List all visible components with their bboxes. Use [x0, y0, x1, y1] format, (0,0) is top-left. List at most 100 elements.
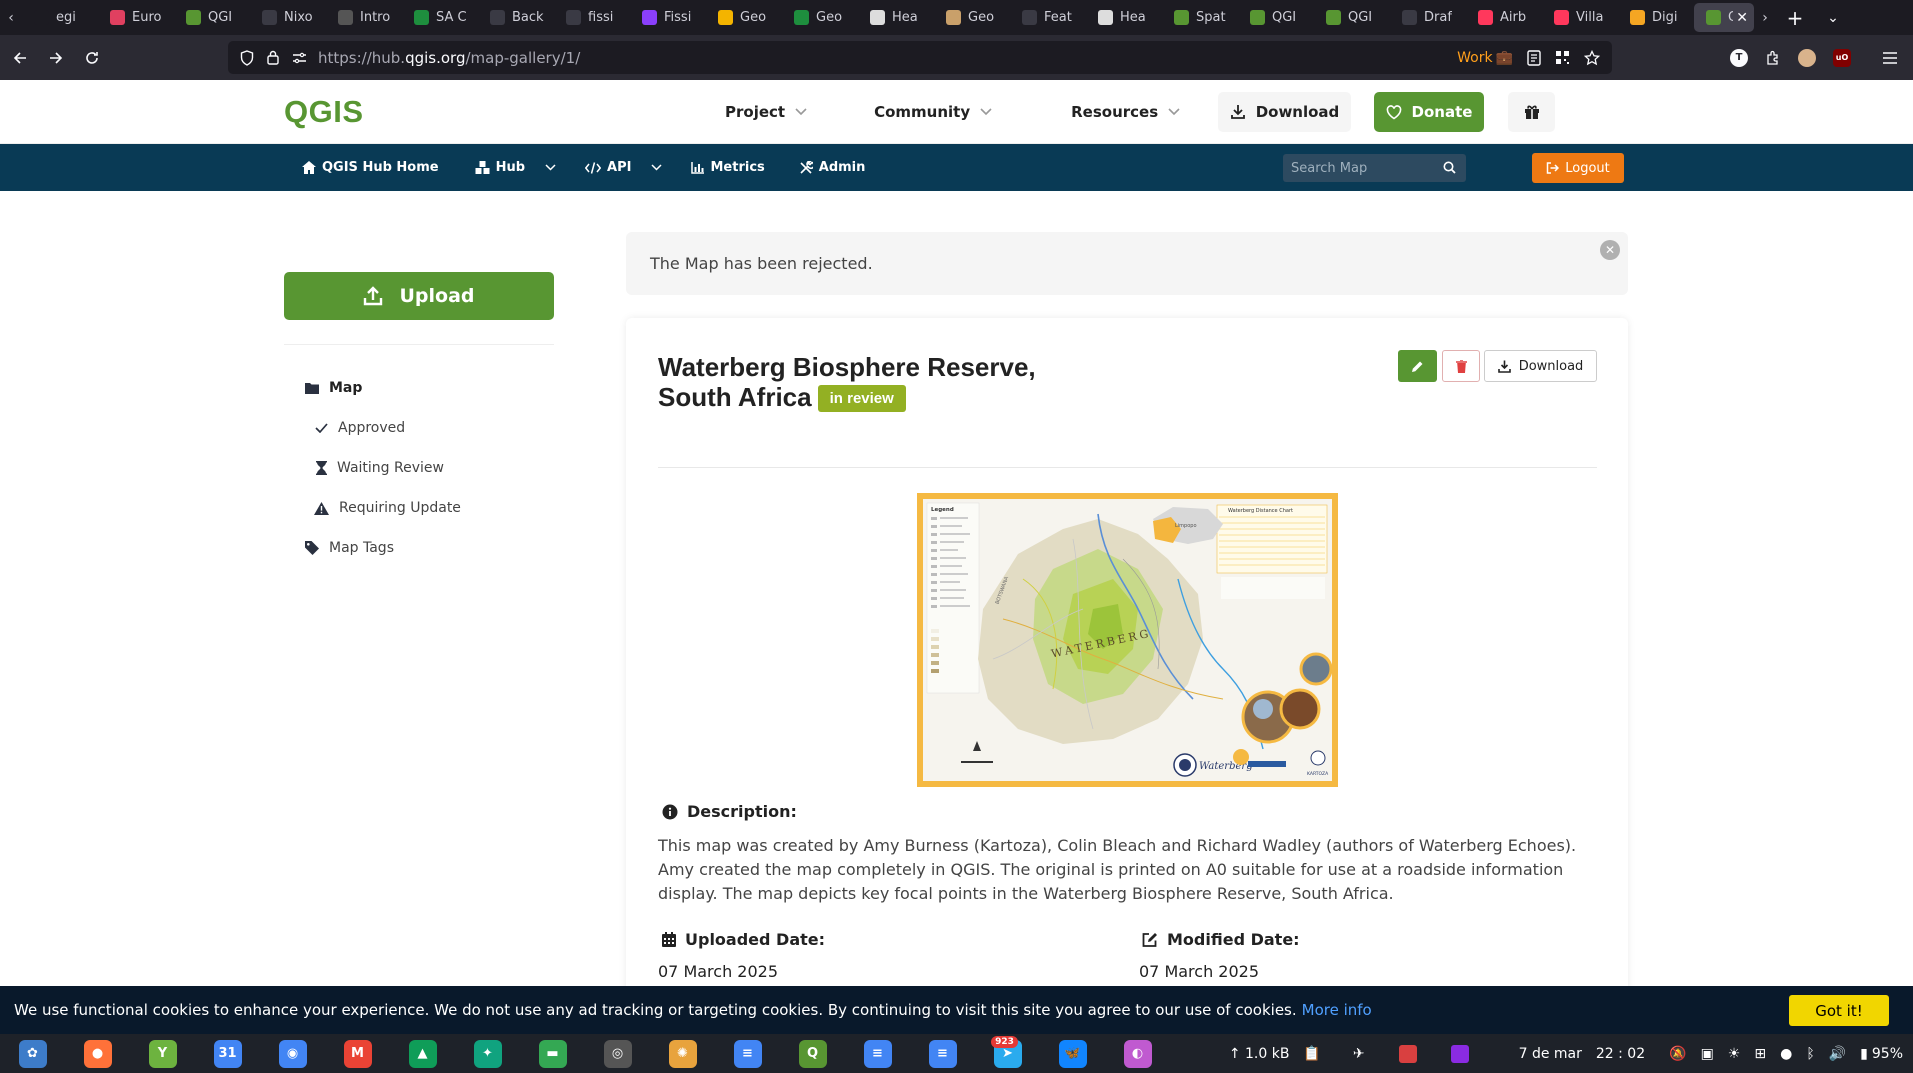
extension-avatar-icon[interactable]	[1798, 48, 1816, 67]
browser-tab[interactable]: Intro	[326, 0, 402, 35]
map-download-button[interactable]: Download	[1484, 350, 1597, 382]
browser-tab[interactable]: QGI	[1238, 0, 1314, 35]
qgis-logo[interactable]: QGIS	[284, 94, 364, 130]
browser-tab[interactable]: Geo	[706, 0, 782, 35]
ublock-icon[interactable]: uO	[1833, 48, 1851, 67]
browser-tab[interactable]: Back	[478, 0, 554, 35]
clipboard-icon[interactable]: 📋	[1303, 1046, 1320, 1062]
map-image[interactable]: WATERBERG BOTSWANA Limpopo Legend Waterb…	[917, 493, 1338, 787]
sidebar-item-approved[interactable]: Approved	[315, 420, 405, 436]
api-menu[interactable]: API	[585, 160, 663, 175]
shield-icon[interactable]	[234, 41, 260, 74]
browser-tab[interactable]: Villa	[1542, 0, 1618, 35]
browser-tab[interactable]: Airb	[1466, 0, 1542, 35]
browser-tab[interactable]: fissi	[554, 0, 630, 35]
network-icon[interactable]: ⊞	[1754, 1046, 1766, 1062]
nav-community[interactable]: Community	[874, 103, 992, 121]
taskbar-app[interactable]: ◉	[260, 1034, 325, 1073]
battery-icon[interactable]: ▮	[1860, 1046, 1868, 1062]
reload-icon[interactable]	[74, 40, 110, 76]
reader-view-icon[interactable]	[1527, 49, 1541, 66]
browser-tab[interactable]: Euro	[98, 0, 174, 35]
container-badge[interactable]: Work 💼	[1457, 50, 1513, 66]
menu-icon[interactable]	[1882, 51, 1898, 65]
tray-app2-icon[interactable]	[1398, 1044, 1417, 1063]
upload-button[interactable]: Upload	[284, 272, 554, 320]
browser-tab[interactable]: Feat	[1010, 0, 1086, 35]
bookmark-star-icon[interactable]	[1584, 49, 1600, 66]
taskbar-app[interactable]: ➤ 923	[975, 1034, 1040, 1073]
hub-home-link[interactable]: QGIS Hub Home	[302, 160, 439, 175]
search-icon[interactable]	[1443, 161, 1456, 174]
taskbar-app[interactable]: M	[325, 1034, 390, 1073]
admin-link[interactable]: Admin	[799, 160, 865, 175]
new-tab-icon[interactable]: +	[1776, 0, 1814, 35]
taskbar-app[interactable]: ✦	[455, 1034, 520, 1073]
browser-tab[interactable]: Fissi	[630, 0, 706, 35]
nav-resources[interactable]: Resources	[1071, 103, 1180, 121]
permissions-icon[interactable]	[286, 41, 312, 74]
taskbar-app[interactable]: ◎	[585, 1034, 650, 1073]
taskbar-app[interactable]: ▲	[390, 1034, 455, 1073]
sidebar-item-map[interactable]: Map	[305, 380, 362, 396]
browser-tab[interactable]: SA C	[402, 0, 478, 35]
browser-tab[interactable]: QG✕	[1694, 3, 1754, 32]
tabs-scroll-right-icon[interactable]: ›	[1754, 0, 1776, 35]
browser-tab[interactable]: Geo	[782, 0, 858, 35]
browser-tab[interactable]: QGI	[174, 0, 250, 35]
bluetooth-icon[interactable]: ᛒ	[1806, 1046, 1814, 1062]
hub-menu[interactable]: Hub	[475, 160, 556, 175]
header-download-button[interactable]: Download	[1218, 92, 1351, 132]
taskbar-app[interactable]: ●	[65, 1034, 130, 1073]
browser-tab[interactable]: Hea	[858, 0, 934, 35]
time-label[interactable]: 22 : 02	[1596, 1046, 1645, 1062]
taskbar-app[interactable]: ◐	[1105, 1034, 1170, 1073]
tray-app-icon[interactable]: ✈	[1353, 1046, 1365, 1062]
browser-tab[interactable]: Spat	[1162, 0, 1238, 35]
close-tab-icon[interactable]: ✕	[1736, 10, 1748, 26]
browser-tab[interactable]: Hea	[1086, 0, 1162, 35]
gift-button[interactable]	[1508, 92, 1555, 132]
qr-code-icon[interactable]	[1555, 50, 1570, 65]
browser-tab[interactable]: Digi	[1618, 0, 1694, 35]
sidebar-item-requiring-update[interactable]: Requiring Update	[314, 500, 461, 516]
browser-tab[interactable]: QGI	[1314, 0, 1390, 35]
sidebar-item-map-tags[interactable]: Map Tags	[305, 540, 394, 556]
brightness-icon[interactable]: ☀	[1728, 1046, 1741, 1062]
back-icon[interactable]	[2, 40, 38, 76]
taskbar-app[interactable]: Q	[780, 1034, 845, 1073]
donate-button[interactable]: Donate	[1374, 92, 1484, 132]
taskbar-app[interactable]: ≡	[910, 1034, 975, 1073]
volume-icon[interactable]: 🔊	[1829, 1046, 1846, 1062]
edit-button[interactable]	[1398, 350, 1437, 382]
browser-tab[interactable]: Geo	[934, 0, 1010, 35]
browser-tab[interactable]: Nixo	[250, 0, 326, 35]
sidebar-item-waiting-review[interactable]: Waiting Review	[316, 460, 444, 476]
taskbar-app[interactable]: ≡	[715, 1034, 780, 1073]
nav-project[interactable]: Project	[725, 103, 807, 121]
address-bar[interactable]: https://hub.qgis.org/map-gallery/1/ Work…	[228, 41, 1612, 74]
extensions-icon[interactable]	[1765, 50, 1781, 66]
delete-button[interactable]	[1442, 350, 1480, 382]
taskbar-app[interactable]: ▬	[520, 1034, 585, 1073]
taskbar-app[interactable]: Y	[130, 1034, 195, 1073]
tray-app3-icon[interactable]	[1450, 1044, 1469, 1063]
list-all-tabs-icon[interactable]: ⌄	[1814, 0, 1852, 35]
taskbar-app[interactable]: ✺	[650, 1034, 715, 1073]
logout-button[interactable]: Logout	[1532, 153, 1624, 183]
browser-tab[interactable]: Draf	[1390, 0, 1466, 35]
tabs-scroll-left-icon[interactable]: ‹	[0, 0, 22, 35]
taskbar-app[interactable]: ≡	[845, 1034, 910, 1073]
metrics-link[interactable]: Metrics	[691, 160, 765, 175]
date-label[interactable]: 7 de mar	[1519, 1046, 1582, 1062]
taskbar-app[interactable]: 31	[195, 1034, 260, 1073]
notifications-off-icon[interactable]: 🔕	[1669, 1046, 1686, 1062]
mic-icon[interactable]: ●	[1780, 1046, 1792, 1062]
more-info-link[interactable]: More info	[1302, 1001, 1372, 1019]
extension-t-icon[interactable]: T	[1730, 48, 1748, 67]
forward-icon[interactable]	[38, 40, 74, 76]
taskbar-app[interactable]: ✿	[0, 1034, 65, 1073]
browser-tab[interactable]: egi	[22, 0, 98, 35]
clipboard-tray-icon[interactable]: ▣	[1701, 1046, 1714, 1062]
map-search-input[interactable]	[1291, 160, 1431, 176]
